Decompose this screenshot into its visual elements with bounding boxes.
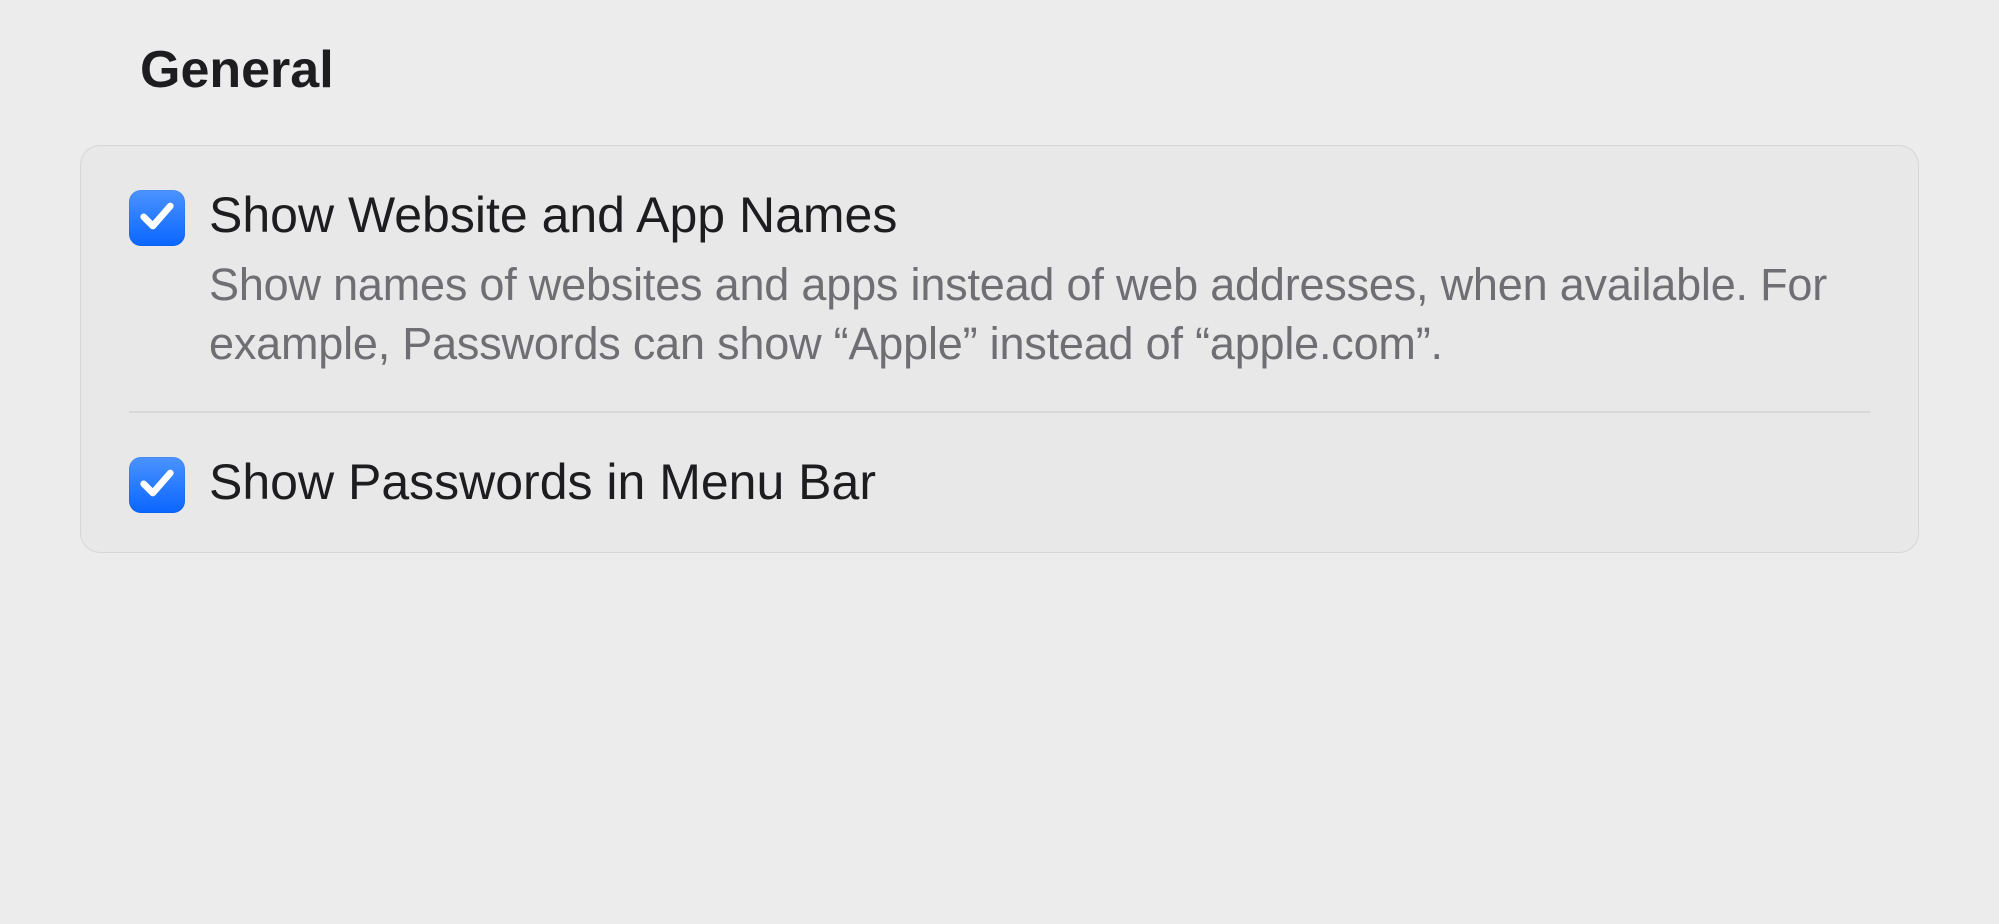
checkbox-show-website-app-names[interactable] (129, 190, 185, 246)
general-settings-panel: Show Website and App Names Show names of… (80, 145, 1919, 553)
setting-label-show-passwords-menu-bar: Show Passwords in Menu Bar (209, 451, 1870, 514)
setting-label-show-website-app-names: Show Website and App Names (209, 184, 1870, 247)
setting-description-show-website-app-names: Show names of websites and apps instead … (209, 255, 1870, 374)
setting-row-show-passwords-menu-bar[interactable]: Show Passwords in Menu Bar (129, 451, 1870, 514)
checkmark-icon (137, 196, 177, 241)
section-title-general: General (140, 40, 1919, 100)
checkmark-icon (137, 463, 177, 508)
setting-row-show-website-app-names[interactable]: Show Website and App Names Show names of… (129, 184, 1870, 373)
checkbox-show-passwords-menu-bar[interactable] (129, 457, 185, 513)
settings-divider (129, 411, 1870, 413)
